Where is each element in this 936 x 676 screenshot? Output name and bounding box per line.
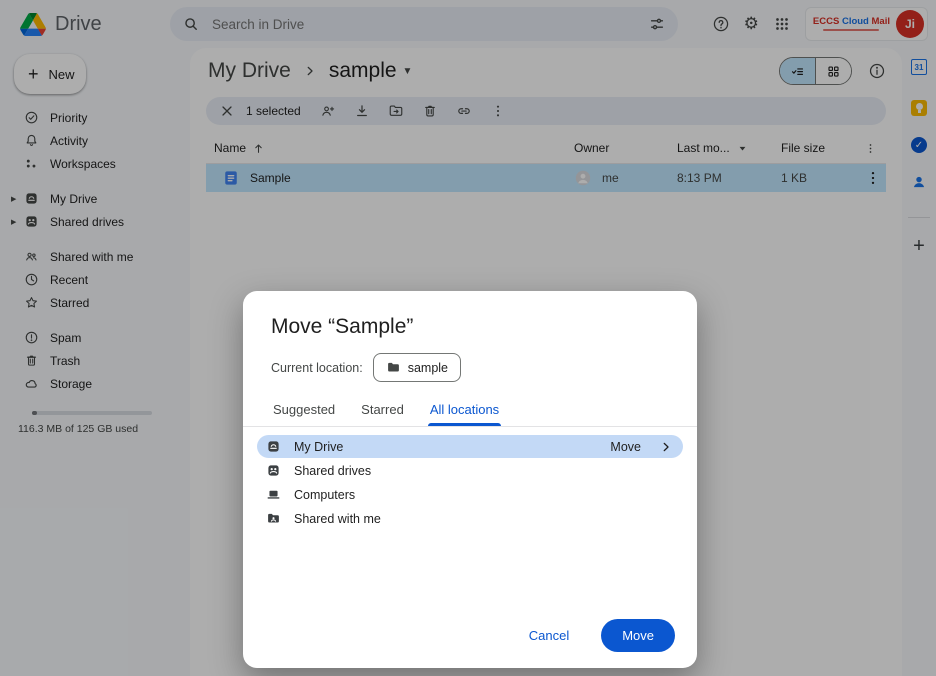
dialog-tab-starred[interactable]: Starred <box>359 398 406 426</box>
location-label: Shared with me <box>294 512 381 526</box>
google-drive-app: Drive ⚙ ECCS Cloud Mail Ji + New Prio <box>0 0 936 676</box>
location-row-my-drive[interactable]: My Drive Move <box>257 435 683 458</box>
current-location-label: Current location: <box>271 361 363 375</box>
current-location-chip[interactable]: sample <box>373 353 461 382</box>
location-list: My Drive Move Shared drives Computers Shared… <box>243 435 697 530</box>
move-button[interactable]: Move <box>601 619 675 652</box>
folder-icon <box>386 360 401 375</box>
location-row-shared-drives[interactable]: Shared drives <box>257 459 683 482</box>
location-row-action: Move <box>610 440 673 454</box>
mydrive-icon <box>266 439 281 454</box>
dialog-footer: Cancel Move <box>243 619 697 668</box>
dialog-tab-all-locations[interactable]: All locations <box>428 398 501 426</box>
move-dialog: Move “Sample” Current location: sample S… <box>243 291 697 668</box>
current-location-name: sample <box>408 361 448 375</box>
shareddrives-icon <box>266 463 281 478</box>
location-row-shared-with-me[interactable]: Shared with me <box>257 507 683 530</box>
cancel-button[interactable]: Cancel <box>523 627 575 644</box>
move-action-label[interactable]: Move <box>610 440 641 454</box>
location-label: Computers <box>294 488 355 502</box>
dialog-title: Move “Sample” <box>271 315 669 339</box>
location-label: Shared drives <box>294 464 371 478</box>
folderperson-icon <box>266 511 281 526</box>
dialog-tabs: Suggested Starred All locations <box>243 398 697 427</box>
location-label: My Drive <box>294 440 343 454</box>
dialog-tab-suggested[interactable]: Suggested <box>271 398 337 426</box>
chevron-right-icon <box>659 440 673 454</box>
laptop-icon <box>266 487 281 502</box>
location-row-computers[interactable]: Computers <box>257 483 683 506</box>
current-location-row: Current location: sample <box>271 353 669 382</box>
